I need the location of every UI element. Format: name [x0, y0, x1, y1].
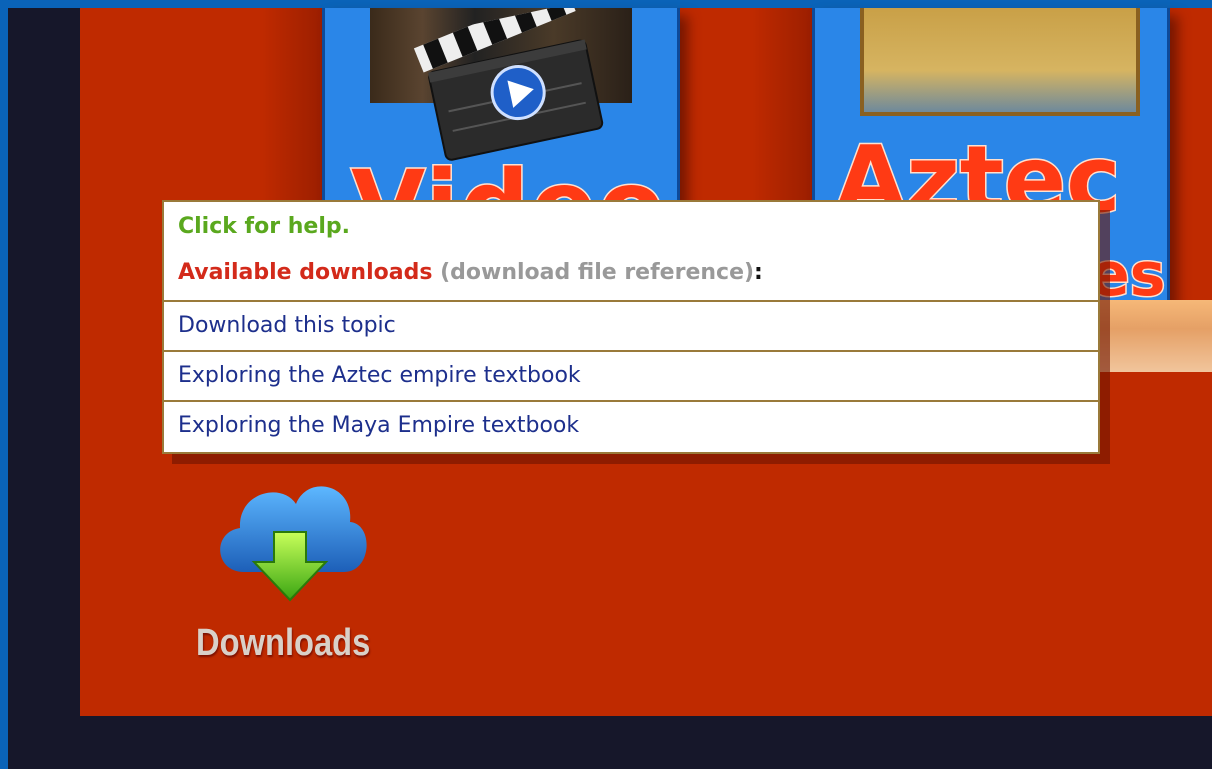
- aztec-mural-image: [860, 8, 1140, 116]
- help-link[interactable]: Click for help.: [178, 214, 350, 239]
- downloads-popup: Click for help. Available downloads (dow…: [162, 200, 1100, 454]
- downloads-label: Downloads: [196, 622, 371, 664]
- cloud-download-icon: [220, 486, 367, 602]
- shelf-decoration: [1100, 300, 1212, 372]
- heading-colon: :: [754, 260, 763, 285]
- download-item-aztec-textbook[interactable]: Exploring the Aztec empire textbook: [164, 352, 1098, 402]
- download-file-reference-link[interactable]: (download file reference): [440, 260, 754, 285]
- available-downloads-title: Available downloads: [178, 260, 433, 285]
- download-item-topic[interactable]: Download this topic: [164, 302, 1098, 352]
- clapperboard-icon: [413, 8, 604, 161]
- download-item-maya-textbook[interactable]: Exploring the Maya Empire textbook: [164, 402, 1098, 452]
- available-downloads-heading: Available downloads (download file refer…: [178, 260, 763, 285]
- popup-header: Click for help. Available downloads (dow…: [164, 202, 1098, 302]
- downloads-button[interactable]: Downloads: [196, 462, 396, 672]
